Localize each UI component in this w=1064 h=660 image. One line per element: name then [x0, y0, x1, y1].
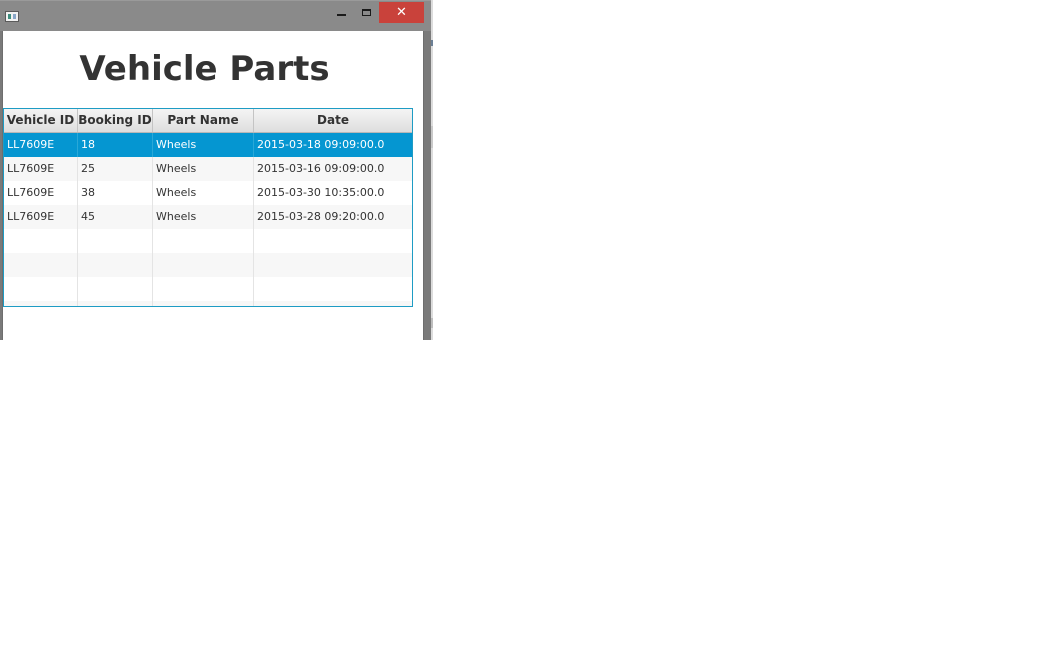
minimize-button[interactable] [331, 2, 351, 22]
cell-vehicle-id [4, 301, 78, 306]
cell-vehicle-id [4, 229, 78, 253]
window-content: Vehicle Parts Vehicle ID Booking ID Part… [2, 31, 424, 340]
table-row[interactable]: LL7609E 18 Wheels 2015-03-18 09:09:00.0 [4, 133, 412, 157]
cell-vehicle-id: LL7609E [4, 157, 78, 181]
table-row[interactable]: LL7609E 38 Wheels 2015-03-30 10:35:00.0 [4, 181, 412, 205]
cell-date: 2015-03-30 10:35:00.0 [254, 181, 412, 205]
cell-booking-id [78, 229, 153, 253]
cell-part-name: Wheels [153, 181, 254, 205]
cell-booking-id: 25 [78, 157, 153, 181]
close-button[interactable]: ✕ [379, 2, 424, 23]
column-header-part-name[interactable]: Part Name [153, 109, 254, 132]
cell-vehicle-id: LL7609E [4, 133, 78, 157]
cell-date [254, 253, 412, 277]
cell-booking-id [78, 253, 153, 277]
cell-date [254, 301, 412, 306]
cell-part-name [153, 253, 254, 277]
table-row-empty[interactable] [4, 277, 412, 301]
close-icon: ✕ [396, 5, 407, 20]
minimize-icon [336, 14, 346, 16]
cell-booking-id: 45 [78, 205, 153, 229]
table-row-empty[interactable] [4, 229, 412, 253]
cell-booking-id: 38 [78, 181, 153, 205]
cell-part-name: Wheels [153, 133, 254, 157]
table-header: Vehicle ID Booking ID Part Name Date [4, 109, 412, 133]
column-header-date[interactable]: Date [254, 109, 412, 132]
maximize-button[interactable] [356, 2, 376, 22]
cell-booking-id: 18 [78, 133, 153, 157]
cell-part-name [153, 301, 254, 306]
cell-part-name [153, 229, 254, 253]
page-title: Vehicle Parts [79, 49, 330, 89]
table-row-empty[interactable] [4, 253, 412, 277]
table-row-empty[interactable] [4, 301, 412, 306]
cell-date: 2015-03-16 09:09:00.0 [254, 157, 412, 181]
cell-part-name: Wheels [153, 157, 254, 181]
cell-part-name [153, 277, 254, 301]
table-row[interactable]: LL7609E 25 Wheels 2015-03-16 09:09:00.0 [4, 157, 412, 181]
cell-booking-id [78, 301, 153, 306]
cell-date: 2015-03-28 09:20:00.0 [254, 205, 412, 229]
table-row[interactable]: LL7609E 45 Wheels 2015-03-28 09:20:00.0 [4, 205, 412, 229]
cell-part-name: Wheels [153, 205, 254, 229]
cell-date: 2015-03-18 09:09:00.0 [254, 133, 412, 157]
app-window: ✕ Vehicle Parts Vehicle ID Booking ID Pa… [0, 0, 431, 340]
vehicle-parts-table[interactable]: Vehicle ID Booking ID Part Name Date LL7… [3, 108, 413, 307]
cell-vehicle-id [4, 277, 78, 301]
column-header-vehicle-id[interactable]: Vehicle ID [4, 109, 78, 132]
cell-vehicle-id: LL7609E [4, 181, 78, 205]
app-window-icon[interactable] [5, 11, 19, 22]
cell-date [254, 277, 412, 301]
cell-vehicle-id [4, 253, 78, 277]
column-header-booking-id[interactable]: Booking ID [78, 109, 153, 132]
title-bar[interactable]: ✕ [0, 0, 431, 31]
cell-booking-id [78, 277, 153, 301]
maximize-icon [361, 8, 371, 16]
cell-vehicle-id: LL7609E [4, 205, 78, 229]
cell-date [254, 229, 412, 253]
